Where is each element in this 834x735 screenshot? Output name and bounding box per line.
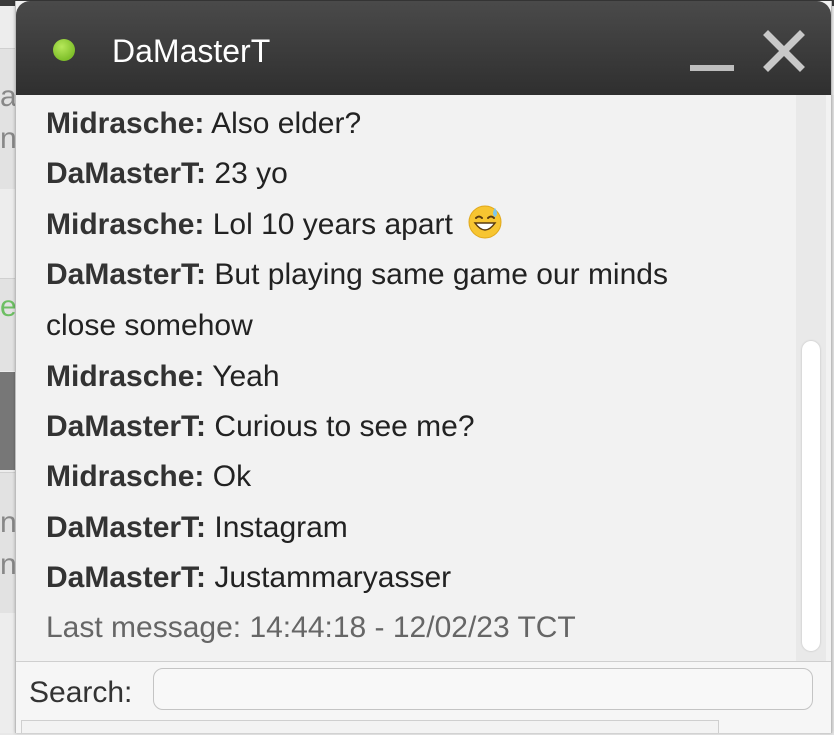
chat-message: DaMasterT: But playing same game our min… (46, 250, 668, 300)
background-panel (0, 48, 16, 189)
last-message-timestamp: Last message: 14:44:18 - 12/02/23 TCT (46, 611, 576, 644)
chat-message-continuation: close somehow (46, 301, 253, 351)
chat-message: Midrasche: Ok (46, 452, 251, 502)
search-label: Search: (29, 676, 133, 709)
background-button (0, 372, 16, 470)
message-sender: DaMasterT: (46, 511, 207, 544)
message-text: Instagram (214, 511, 348, 544)
chat-message: DaMasterT: Curious to see me? (46, 402, 475, 452)
chat-message: DaMasterT: Instagram (46, 503, 348, 553)
close-button[interactable] (760, 27, 808, 75)
chat-window: DaMasterT Midrasche: Also elder? DaMaste… (15, 1, 832, 733)
scrollbar-thumb[interactable] (802, 341, 820, 651)
message-text: Also elder? (211, 107, 362, 140)
message-sender: Midrasche: (46, 107, 205, 140)
message-sender: DaMasterT: (46, 410, 207, 443)
background-text: n (0, 550, 16, 580)
background-panel (0, 472, 16, 613)
message-text: Lol 10 years apart (212, 208, 453, 241)
chat-message: Midrasche: Lol 10 years apart (46, 200, 503, 250)
message-list[interactable]: Midrasche: Also elder? DaMasterT: 23 yo … (16, 95, 806, 661)
background-text: n (0, 124, 16, 154)
message-sender: Midrasche: (46, 208, 205, 241)
message-sender: Midrasche: (46, 460, 205, 493)
chat-message: Midrasche: Also elder? (46, 99, 361, 149)
minimize-icon (690, 65, 734, 71)
grinning-sweat-emoji-icon (468, 205, 502, 239)
message-input[interactable] (21, 720, 719, 733)
background-text: n (0, 508, 16, 538)
message-sender: Midrasche: (46, 360, 205, 393)
chat-message: DaMasterT: 23 yo (46, 149, 288, 199)
minimize-button[interactable] (688, 61, 736, 73)
search-bar: Search: (16, 661, 831, 733)
message-sender: DaMasterT: (46, 258, 207, 291)
message-sender: DaMasterT: (46, 157, 207, 190)
search-input[interactable] (153, 668, 813, 710)
message-sender: DaMasterT: (46, 561, 207, 594)
message-text: But playing same game our minds (214, 258, 668, 291)
message-text: Yeah (212, 360, 280, 393)
message-text: 23 yo (214, 157, 288, 190)
background-text: a (0, 82, 16, 112)
chat-message: Midrasche: Yeah (46, 352, 280, 402)
chat-titlebar[interactable]: DaMasterT (16, 1, 831, 95)
close-icon (763, 30, 805, 72)
message-text: Curious to see me? (214, 410, 475, 443)
chat-message: DaMasterT: Justammaryasser (46, 553, 451, 603)
online-status-icon (53, 39, 75, 61)
chat-title: DaMasterT (112, 33, 271, 69)
message-text: Ok (212, 460, 252, 493)
message-text: Justammaryasser (214, 561, 452, 594)
background-text: e (0, 292, 16, 322)
message-text: close somehow (46, 309, 253, 342)
